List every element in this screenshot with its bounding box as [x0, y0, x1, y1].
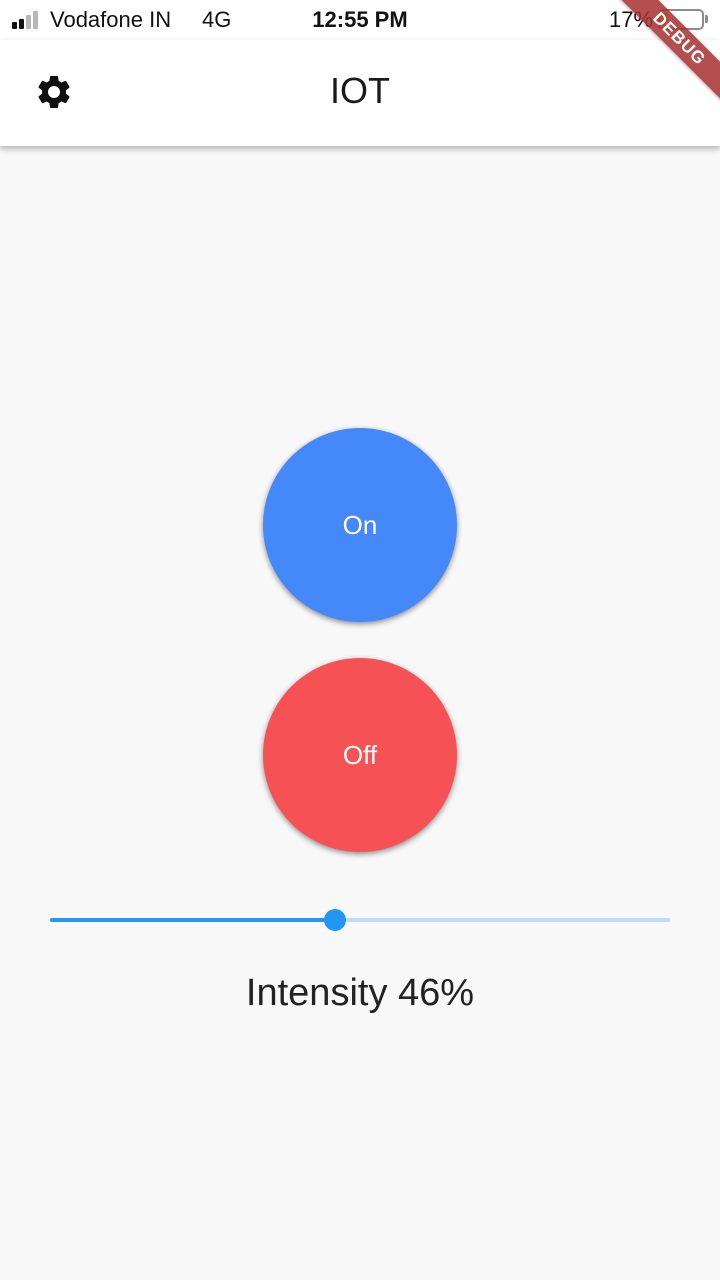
on-button[interactable]: On [263, 428, 457, 622]
slider-active-track [50, 918, 336, 922]
app-title: IOT [330, 70, 390, 111]
settings-button[interactable] [30, 68, 78, 116]
slider-thumb[interactable] [324, 909, 347, 931]
intensity-slider[interactable] [50, 900, 670, 940]
battery-cap [705, 15, 708, 23]
gear-icon [38, 75, 70, 108]
screen: Vodafone IN 4G 12:55 PM 17% IOT DEBUG On… [0, 0, 720, 1280]
off-button[interactable]: Off [263, 658, 457, 852]
intensity-label: Intensity 46% [245, 972, 475, 1014]
status-bar: Vodafone IN 4G 12:55 PM 17% [0, 0, 720, 40]
app-bar: IOT [0, 40, 720, 146]
